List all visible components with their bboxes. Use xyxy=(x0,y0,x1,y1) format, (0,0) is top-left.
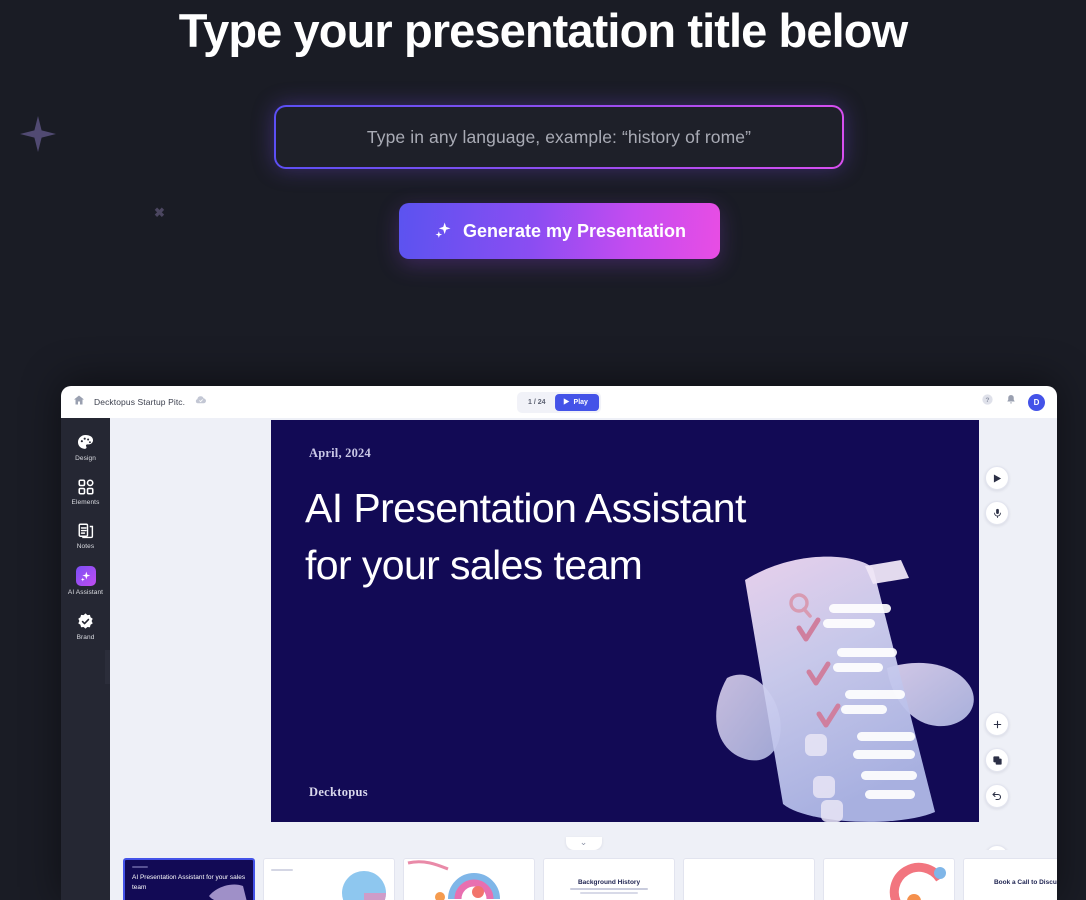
thumbnail-slide-4[interactable]: Background History xyxy=(543,858,675,900)
slide-canvas: April, 2024 AI Presentation Assistant fo… xyxy=(110,418,1057,900)
generate-presentation-label: Generate my Presentation xyxy=(462,220,687,241)
grid-elements-icon xyxy=(77,478,95,496)
page-title: Type your presentation title below xyxy=(178,4,908,57)
thumbnail-art xyxy=(407,860,500,900)
thumbnail-art xyxy=(889,862,946,900)
prompt-input-wrapper[interactable]: Type in any language, example: “history … xyxy=(274,105,844,169)
sidebar-item-label: Brand xyxy=(76,634,95,641)
svg-text:?: ? xyxy=(986,397,990,404)
add-slide-button[interactable] xyxy=(985,712,1009,736)
palette-icon xyxy=(76,433,95,452)
undo-button[interactable] xyxy=(985,784,1009,808)
app-preview-window: Decktopus Startup Pitc. 1 / 24 Play ? D … xyxy=(61,386,1057,900)
thumbnail-strip[interactable]: AI Presentation Assistant for your sales… xyxy=(110,850,1057,900)
slide-date: April, 2024 xyxy=(309,446,371,460)
thumbnail-center: Book a Call to Discuss xyxy=(964,859,1057,900)
thumbnail-art xyxy=(342,871,386,900)
sidebar-item-brand[interactable]: Brand xyxy=(63,606,109,645)
generate-presentation-button[interactable]: Generate my Presentation xyxy=(399,203,720,259)
four-point-star-icon xyxy=(18,114,58,159)
document-title[interactable]: Decktopus Startup Pitc. xyxy=(94,397,185,407)
thumbnail-slide-6[interactable] xyxy=(823,858,955,900)
sidebar-item-label: Elements xyxy=(71,499,100,506)
slide-nav-group: 1 / 24 Play xyxy=(517,391,601,413)
thumbnail-slide-1[interactable]: AI Presentation Assistant for your sales… xyxy=(123,858,255,900)
home-icon[interactable] xyxy=(73,393,85,411)
current-slide[interactable]: April, 2024 AI Presentation Assistant fo… xyxy=(271,420,979,822)
ai-sparkle-icon xyxy=(75,566,96,586)
sidebar-item-elements[interactable]: Elements xyxy=(63,472,109,510)
badge-check-icon xyxy=(76,612,95,631)
play-label: Play xyxy=(573,398,588,406)
thumbnail-eyebrow xyxy=(132,866,148,868)
voice-record-button[interactable] xyxy=(985,501,1009,525)
thumbnail-panel-toggle[interactable]: ⌄ xyxy=(565,837,602,850)
small-sparkle-x-icon: ✖ xyxy=(154,205,165,220)
thumbnail-title: Background History xyxy=(577,878,641,886)
play-icon xyxy=(563,397,570,407)
slide-title-line1: AI Presentation Assistant xyxy=(305,485,746,531)
duplicate-slide-button[interactable] xyxy=(985,748,1009,772)
sidebar-item-design[interactable]: Design xyxy=(63,427,109,466)
notes-icon xyxy=(77,522,95,540)
search-input[interactable]: Type in any language, example: “history … xyxy=(367,127,751,148)
thumbnail-slide-2[interactable] xyxy=(263,858,395,900)
slide-brand-label: Decktopus xyxy=(309,785,368,799)
sparkles-icon xyxy=(433,220,453,240)
thumbnail-slide-3[interactable] xyxy=(403,858,535,900)
play-button[interactable]: Play xyxy=(554,393,599,411)
sidebar-item-label: Design xyxy=(75,455,96,462)
help-circle-icon[interactable]: ? xyxy=(981,393,994,411)
app-topbar: Decktopus Startup Pitc. 1 / 24 Play ? D xyxy=(61,386,1057,418)
thumbnail-art xyxy=(209,884,247,900)
thumbnail-slide-5[interactable] xyxy=(683,858,815,900)
sidebar-item-ai-assistant[interactable]: AI Assistant xyxy=(63,560,109,600)
bell-icon[interactable] xyxy=(1005,393,1017,411)
thumbnail-slide-7[interactable]: Book a Call to Discuss xyxy=(963,858,1057,900)
thumbnail-subline xyxy=(570,888,648,890)
sidebar-item-label: Notes xyxy=(76,543,95,550)
avatar[interactable]: D xyxy=(1028,393,1045,411)
thumbnail-line xyxy=(271,869,293,871)
present-button[interactable] xyxy=(985,466,1009,490)
thumbnail-title: Book a Call to Discuss xyxy=(993,878,1057,886)
thumbnail-subline xyxy=(580,892,638,894)
page-indicator: 1 / 24 xyxy=(528,398,546,406)
page-root: ✖ Type your presentation title below Typ… xyxy=(0,0,1086,900)
sidebar-item-notes[interactable]: Notes xyxy=(63,516,109,554)
sidebar-item-label: AI Assistant xyxy=(67,589,104,596)
app-sidebar: Design Elements Notes AI Assistant Brand xyxy=(61,418,110,900)
cloud-check-icon xyxy=(194,393,207,411)
checklist-ribbon-3d-illustration xyxy=(687,538,979,822)
